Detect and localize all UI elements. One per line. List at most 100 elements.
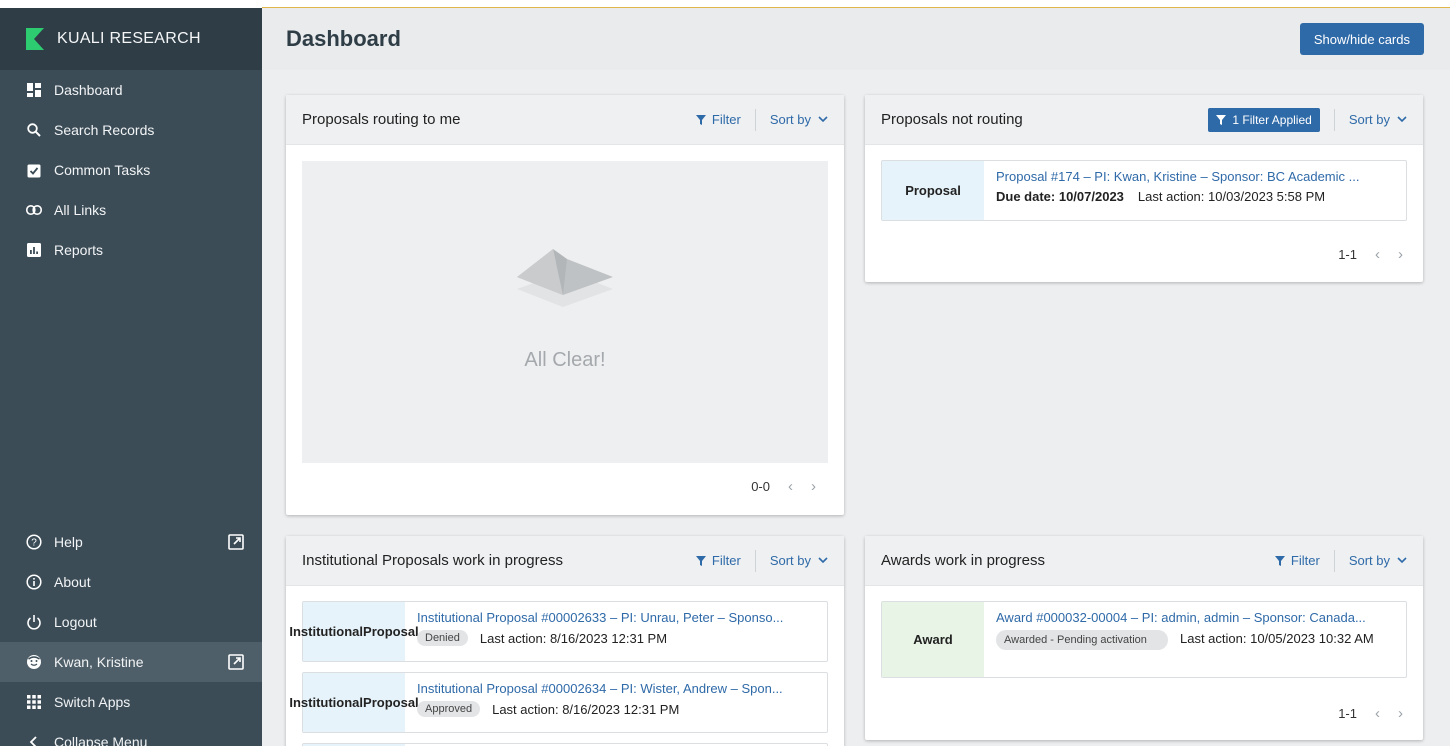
record-body: Institutional Proposal #00002633 – PI: U… bbox=[405, 602, 827, 661]
sort-by-dropdown[interactable]: Sort by bbox=[770, 112, 828, 127]
sort-by-label: Sort by bbox=[1348, 553, 1390, 568]
sidebar-item-dashboard[interactable]: Dashboard bbox=[0, 70, 262, 110]
filter-applied-label: 1 Filter Applied bbox=[1232, 112, 1312, 127]
record-link[interactable]: Institutional Proposal #00002633 – PI: U… bbox=[417, 610, 817, 625]
pagination-range: 1-1 bbox=[1338, 247, 1357, 262]
card-awards: Awards work in progress Filter Sort by A… bbox=[865, 536, 1423, 740]
sort-by-dropdown[interactable]: Sort by bbox=[770, 553, 828, 568]
show-hide-cards-button[interactable]: Show/hide cards bbox=[1299, 23, 1424, 55]
chevron-down-icon bbox=[818, 116, 828, 123]
pagination: 1-1 ‹ › bbox=[1338, 705, 1403, 722]
filter-button[interactable]: Filter bbox=[1274, 553, 1320, 568]
status-badge: Awarded - Pending activation bbox=[996, 630, 1168, 650]
record-type-line: Institutional bbox=[289, 623, 364, 639]
sidebar-item-user-profile[interactable]: Kwan, Kristine bbox=[0, 642, 262, 682]
chevron-down-icon bbox=[818, 557, 828, 564]
pagination: 1-1 ‹ › bbox=[1338, 246, 1403, 263]
bar-chart-icon bbox=[26, 242, 42, 258]
record-type: Institutional Proposal bbox=[289, 602, 419, 661]
sidebar-item-common-tasks[interactable]: Common Tasks bbox=[0, 150, 262, 190]
chevron-down-icon bbox=[1397, 116, 1407, 123]
external-link-icon[interactable] bbox=[228, 534, 244, 550]
record-meta: Due date: 10/07/2023 Last action: 10/03/… bbox=[996, 189, 1396, 204]
prev-page-icon[interactable]: ‹ bbox=[1375, 246, 1380, 263]
filter-applied-button[interactable]: 1 Filter Applied bbox=[1208, 107, 1320, 132]
divider bbox=[1333, 108, 1335, 131]
status-badge: Denied bbox=[417, 630, 468, 646]
filter-label: Filter bbox=[1290, 553, 1320, 568]
next-page-icon[interactable]: › bbox=[1398, 246, 1403, 263]
sidebar-item-about[interactable]: About bbox=[0, 562, 262, 602]
top-border bbox=[0, 0, 1450, 8]
sidebar-item-label: Kwan, Kristine bbox=[54, 654, 144, 670]
kuali-logo-icon bbox=[26, 28, 44, 50]
filter-icon bbox=[1216, 114, 1227, 125]
record-link[interactable]: Institutional Proposal #00002634 – PI: W… bbox=[417, 681, 817, 696]
card-institutional-proposals: Institutional Proposals work in progress… bbox=[286, 536, 844, 746]
svg-text:?: ? bbox=[31, 538, 37, 549]
card-title: Proposals routing to me bbox=[302, 111, 461, 128]
sort-by-dropdown[interactable]: Sort by bbox=[1349, 553, 1407, 568]
prev-page-icon[interactable]: ‹ bbox=[788, 478, 793, 495]
record-link[interactable]: Proposal #174 – PI: Kwan, Kristine – Spo… bbox=[996, 169, 1396, 184]
prev-page-icon[interactable]: ‹ bbox=[1375, 705, 1380, 722]
brand-name: KUALI RESEARCH bbox=[57, 30, 201, 47]
sidebar-item-search-records[interactable]: Search Records bbox=[0, 110, 262, 150]
sort-by-label: Sort by bbox=[769, 112, 811, 127]
sidebar-item-help[interactable]: ? Help bbox=[0, 522, 262, 562]
sidebar-item-collapse-menu[interactable]: Collapse Menu bbox=[0, 722, 262, 746]
record-body: Institutional Proposal #00002634 – PI: W… bbox=[405, 673, 827, 732]
record-type: Award bbox=[882, 602, 984, 677]
sidebar-item-switch-apps[interactable]: Switch Apps bbox=[0, 682, 262, 722]
brand[interactable]: KUALI RESEARCH bbox=[0, 8, 262, 70]
sidebar-item-reports[interactable]: Reports bbox=[0, 230, 262, 270]
filter-button[interactable]: Filter bbox=[695, 112, 741, 127]
next-page-icon[interactable]: › bbox=[811, 478, 816, 495]
pagination-range: 0-0 bbox=[751, 479, 770, 494]
last-action: Last action: 8/16/2023 12:31 PM bbox=[479, 630, 668, 646]
empty-state-text: All Clear! bbox=[524, 349, 606, 371]
list-item[interactable]: Institutional Proposal Institutional Pro… bbox=[289, 672, 828, 733]
dashboard-icon bbox=[26, 82, 42, 98]
card-header: Proposals routing to me Filter Sort by bbox=[286, 95, 844, 145]
card-title: Proposals not routing bbox=[881, 111, 1023, 128]
filter-button[interactable]: Filter bbox=[695, 553, 741, 568]
external-link-icon[interactable] bbox=[228, 654, 244, 670]
status-badge: Approved bbox=[417, 701, 481, 717]
card-header: Institutional Proposals work in progress… bbox=[286, 536, 844, 586]
sidebar-item-label: All Links bbox=[54, 202, 107, 218]
record-meta: Denied Last action: 8/16/2023 12:31 PM bbox=[417, 630, 817, 646]
record-type: Institutional Proposal bbox=[289, 673, 419, 732]
sort-by-label: Sort by bbox=[769, 553, 811, 568]
sidebar-item-all-links[interactable]: All Links bbox=[0, 190, 262, 230]
user-face-icon bbox=[26, 654, 42, 670]
info-icon bbox=[26, 574, 42, 590]
pagination-range: 1-1 bbox=[1338, 706, 1357, 721]
page-title: Dashboard bbox=[286, 26, 401, 51]
record-meta: Awarded - Pending activation Last action… bbox=[996, 630, 1396, 650]
list-item[interactable]: Proposal Proposal #174 – PI: Kwan, Krist… bbox=[881, 160, 1407, 221]
last-action: Last action: 8/16/2023 12:31 PM bbox=[492, 701, 680, 717]
card-header: Awards work in progress Filter Sort by bbox=[865, 536, 1423, 586]
sort-by-dropdown[interactable]: Sort by bbox=[1349, 112, 1407, 127]
empty-state: All Clear! bbox=[302, 161, 828, 463]
record-type: Proposal bbox=[882, 161, 984, 220]
filter-label: Filter bbox=[711, 112, 741, 127]
clipboard-check-icon bbox=[26, 162, 42, 178]
divider bbox=[1333, 549, 1335, 572]
divider bbox=[754, 549, 756, 572]
record-body: Award #000032-00004 – PI: admin, admin –… bbox=[984, 602, 1406, 677]
card-proposals-not-routing: Proposals not routing 1 Filter Applied S… bbox=[865, 95, 1423, 282]
sidebar-item-label: Reports bbox=[54, 242, 104, 258]
next-page-icon[interactable]: › bbox=[1398, 705, 1403, 722]
sidebar-item-label: About bbox=[54, 574, 91, 590]
list-item[interactable]: Award Award #000032-00004 – PI: admin, a… bbox=[881, 601, 1407, 678]
divider bbox=[754, 108, 756, 131]
list-item[interactable]: Institutional Proposal Institutional Pro… bbox=[289, 601, 828, 662]
sort-by-label: Sort by bbox=[1348, 112, 1390, 127]
sidebar-item-logout[interactable]: Logout bbox=[0, 602, 262, 642]
filter-icon bbox=[695, 555, 706, 566]
record-link[interactable]: Award #000032-00004 – PI: admin, admin –… bbox=[996, 610, 1396, 625]
sidebar-item-label: Search Records bbox=[54, 122, 155, 138]
power-icon bbox=[26, 614, 42, 630]
